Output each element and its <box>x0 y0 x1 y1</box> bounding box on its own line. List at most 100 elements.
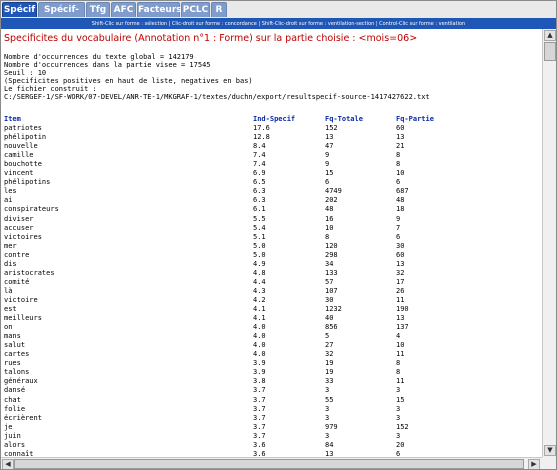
tab-pclc[interactable]: PCLC <box>181 2 210 17</box>
cell-fq-partie: 8 <box>396 151 401 160</box>
table-row[interactable]: dis 4.9 34 13 <box>4 260 539 269</box>
cell-item[interactable]: camille <box>4 151 34 160</box>
tab-afc[interactable]: AFC <box>111 2 136 17</box>
header-item: Item <box>4 115 21 123</box>
table-row[interactable]: patriotes 17.6 152 60 <box>4 124 539 133</box>
scroll-down-button[interactable]: ▼ <box>544 445 556 456</box>
table-row[interactable]: victoire 4.2 30 11 <box>4 296 539 305</box>
tab-r[interactable]: R <box>211 2 227 17</box>
scroll-up-button[interactable]: ▲ <box>544 30 556 41</box>
cell-item[interactable]: conspirateurs <box>4 205 59 214</box>
cell-item[interactable]: meilleurs <box>4 314 42 323</box>
table-row[interactable]: camille 7.4 9 8 <box>4 151 539 160</box>
cell-item[interactable]: talons <box>4 368 29 377</box>
cell-item[interactable]: connaît <box>4 450 34 457</box>
cell-item[interactable]: généraux <box>4 377 38 386</box>
table-row[interactable]: accuser 5.4 10 7 <box>4 224 539 233</box>
table-row[interactable]: ai 6.3 202 48 <box>4 196 539 205</box>
table-row[interactable]: dansé 3.7 3 3 <box>4 386 539 395</box>
table-row[interactable]: victoires 5.1 8 6 <box>4 233 539 242</box>
scroll-right-button[interactable]: ▶ <box>528 459 540 469</box>
cell-fq-partie: 11 <box>396 295 405 304</box>
table-row[interactable]: mans 4.0 5 4 <box>4 332 539 341</box>
table-row[interactable]: phélipotins 6.5 6 6 <box>4 178 539 187</box>
table-row[interactable]: phélipotin 12.8 13 13 <box>4 133 539 142</box>
table-row[interactable]: les 6.3 4749 687 <box>4 187 539 196</box>
cell-item[interactable]: est <box>4 305 17 314</box>
cell-ind-specif: 4.2 <box>253 295 266 304</box>
cell-item[interactable]: diviser <box>4 215 34 224</box>
cell-item[interactable]: accuser <box>4 224 34 233</box>
horizontal-scroll-thumb[interactable] <box>14 459 524 469</box>
cell-item[interactable]: rues <box>4 359 21 368</box>
table-row[interactable]: salut 4.0 27 10 <box>4 341 539 350</box>
horizontal-scrollbar[interactable]: ◀ ▶ <box>1 457 542 469</box>
table-row[interactable]: je 3.7 979 152 <box>4 423 539 432</box>
table-row[interactable]: diviser 5.5 16 9 <box>4 215 539 224</box>
table-row[interactable]: mer 5.0 120 30 <box>4 242 539 251</box>
cell-item[interactable]: nouvelle <box>4 142 38 151</box>
cell-fq-partie: 3 <box>396 413 401 422</box>
table-row[interactable]: bouchotte 7.4 9 8 <box>4 160 539 169</box>
table-row[interactable]: conspirateurs 6.1 48 18 <box>4 205 539 214</box>
table-row[interactable]: meilleurs 4.1 40 13 <box>4 314 539 323</box>
table-row[interactable]: nouvelle 8.4 47 21 <box>4 142 539 151</box>
cell-item[interactable]: les <box>4 187 17 196</box>
cell-item[interactable]: mans <box>4 332 21 341</box>
cell-item[interactable]: patriotes <box>4 124 42 133</box>
table-row[interactable]: est 4.1 1232 190 <box>4 305 539 314</box>
cell-item[interactable]: chat <box>4 396 21 405</box>
table-row[interactable]: écrièrent 3.7 3 3 <box>4 414 539 423</box>
cell-item[interactable]: mer <box>4 242 17 251</box>
table-row[interactable]: folie 3.7 3 3 <box>4 405 539 414</box>
table-row[interactable]: cartes 4.0 32 11 <box>4 350 539 359</box>
cell-item[interactable]: salut <box>4 341 25 350</box>
cell-item[interactable]: folie <box>4 405 25 414</box>
cell-item[interactable]: contre <box>4 251 29 260</box>
cell-ind-specif: 5.0 <box>253 250 266 259</box>
cell-item[interactable]: phélipotins <box>4 178 50 187</box>
vertical-scroll-thumb[interactable] <box>544 42 556 61</box>
cell-item[interactable]: on <box>4 323 12 332</box>
cell-item[interactable]: je <box>4 423 12 432</box>
tab-facteurs[interactable]: Facteurs <box>137 2 182 17</box>
table-row[interactable]: rues 3.9 19 8 <box>4 359 539 368</box>
cell-item[interactable]: écrièrent <box>4 414 42 423</box>
table-row[interactable]: connaît 3.6 13 6 <box>4 450 539 457</box>
table-row[interactable]: généraux 3.8 33 11 <box>4 377 539 386</box>
cell-item[interactable]: victoires <box>4 233 42 242</box>
tab-tfg[interactable]: Tfg <box>86 2 110 17</box>
cell-item[interactable]: alors <box>4 441 25 450</box>
cell-item[interactable]: dis <box>4 260 17 269</box>
table-row[interactable]: on 4.0 856 137 <box>4 323 539 332</box>
cell-item[interactable]: victoire <box>4 296 38 305</box>
cell-fq-partie: 48 <box>396 196 405 205</box>
scroll-left-button[interactable]: ◀ <box>2 459 14 469</box>
table-row[interactable]: aristocrates 4.8 133 32 <box>4 269 539 278</box>
table-row[interactable]: là 4.3 107 26 <box>4 287 539 296</box>
cell-fq-partie: 8 <box>396 160 401 169</box>
table-row[interactable]: contre 5.0 298 60 <box>4 251 539 260</box>
cell-item[interactable]: dansé <box>4 386 25 395</box>
vertical-scrollbar[interactable]: ▲ ▼ <box>542 29 556 457</box>
cell-item[interactable]: comité <box>4 278 29 287</box>
cell-item[interactable]: phélipotin <box>4 133 46 142</box>
table-row[interactable]: talons 3.9 19 8 <box>4 368 539 377</box>
cell-item[interactable]: aristocrates <box>4 269 55 278</box>
table-row[interactable]: comité 4.4 57 17 <box>4 278 539 287</box>
tab-specif-tri[interactable]: Spécif-tri <box>38 2 85 30</box>
tab-specif[interactable]: Spécif <box>2 2 37 17</box>
cell-item[interactable]: bouchotte <box>4 160 42 169</box>
cell-ind-specif: 3.6 <box>253 440 266 449</box>
cell-item[interactable]: vincent <box>4 169 34 178</box>
table-row[interactable]: vincent 6.9 15 10 <box>4 169 539 178</box>
cell-item[interactable]: là <box>4 287 12 296</box>
cell-item[interactable]: cartes <box>4 350 29 359</box>
cell-fq-totale: 856 <box>325 323 338 332</box>
table-row[interactable]: alors 3.6 84 20 <box>4 441 539 450</box>
table-row[interactable]: juin 3.7 3 3 <box>4 432 539 441</box>
cell-item[interactable]: juin <box>4 432 21 441</box>
table-row[interactable]: chat 3.7 55 15 <box>4 396 539 405</box>
cell-item[interactable]: ai <box>4 196 12 205</box>
cell-fq-partie: 4 <box>396 332 401 341</box>
